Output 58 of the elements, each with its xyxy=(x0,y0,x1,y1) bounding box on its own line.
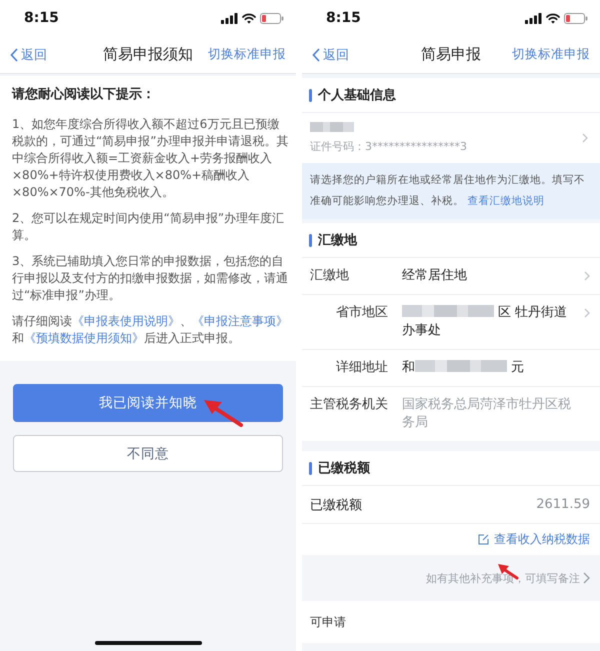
form-row[interactable]: 省市地区 区 牡丹街道办事处 xyxy=(302,294,600,349)
field-value: 经常居住地 xyxy=(402,267,468,285)
notice-heading: 请您耐心阅读以下提示： xyxy=(12,86,156,104)
section-title: 个人基础信息 xyxy=(318,87,396,104)
notice-paragraph: 2、您可以在规定时间内使用“简易申报”办理年度汇算。 xyxy=(12,210,286,244)
hint-link[interactable]: 查看汇缴地说明 xyxy=(464,195,544,207)
id-number: 证件号码：3****************3 xyxy=(310,139,467,154)
hint-text: 请选择您的户籍所在地或经常居住地作为汇缴地。填写不准确可能影响您办理退、补税。 查看汇缴地说明 xyxy=(302,163,600,219)
nav-title: 简易申报须知 xyxy=(103,45,193,64)
document-link[interactable]: 《预填数据使用须知》 xyxy=(24,331,144,345)
field-label: 已缴税额 xyxy=(310,496,362,514)
annotation-arrow-icon xyxy=(203,398,243,427)
section-title: 已缴税额 xyxy=(318,460,370,477)
person-row[interactable]: 证件号码：3****************3 xyxy=(302,112,600,163)
signal-icon xyxy=(525,12,542,24)
accent-bar xyxy=(309,234,312,246)
wifi-icon xyxy=(242,12,256,24)
battery-icon xyxy=(260,12,284,24)
nav-title: 简易申报 xyxy=(421,45,481,64)
confirm-button[interactable]: 我已阅读并知晓 xyxy=(13,384,283,422)
switch-mode-link[interactable]: 切换标准申报 xyxy=(510,44,592,65)
form-row[interactable]: 详细地址 和 元 xyxy=(302,349,600,386)
wifi-icon xyxy=(546,12,560,24)
back-chevron-icon xyxy=(10,48,18,62)
status-time: 8:15 xyxy=(24,10,59,26)
chevron-right-icon xyxy=(582,133,588,143)
document-link[interactable]: 《申报注意事项》 xyxy=(192,314,288,328)
battery-icon xyxy=(564,12,588,24)
redacted-block xyxy=(310,122,354,132)
back-button[interactable]: 返回 xyxy=(8,44,49,66)
field-value: 区 牡丹街道办事处 xyxy=(402,304,568,340)
field-value: 和 元 xyxy=(402,359,525,377)
remark-link[interactable]: 如有其他补充事项，可填写备注 xyxy=(426,570,590,586)
edit-icon xyxy=(478,534,489,545)
field-label: 省市地区 xyxy=(335,304,388,322)
decline-button[interactable]: 不同意 xyxy=(13,435,283,472)
notice-paragraph: 请仔细阅读《申报表使用说明》、《申报注意事项》 和《预填数据使用须知》后进入正式申报。 xyxy=(12,313,289,347)
view-tax-data-link[interactable]: 查看收入纳税数据 xyxy=(478,531,590,548)
form-row[interactable]: 主管税务机关 国家税务总局菏泽市牡丹区税务局 xyxy=(302,386,600,441)
accent-bar xyxy=(309,88,312,102)
chevron-right-icon xyxy=(583,572,590,584)
field-label: 汇缴地 xyxy=(310,267,350,285)
field-value: 国家税务总局菏泽市牡丹区税务局 xyxy=(402,396,572,432)
tax-amount: 2611.59 xyxy=(536,497,590,512)
field-label: 主管税务机关 xyxy=(310,396,388,414)
notice-paragraph: 1、如您年度综合所得收入额不超过6万元且已预缴税款的，可通过“简易申报”办理申报并申请退税。其中综合所得收入额=工资薪金收入+劳务报酬收入×80%+特许权使用费收入×80%+稿酬收入×80%×70%-其他免税收入。 xyxy=(12,116,289,201)
accent-bar xyxy=(309,462,312,474)
status-time: 8:15 xyxy=(326,10,361,26)
row-label: 可申请 xyxy=(310,614,346,630)
signal-icon xyxy=(221,12,238,24)
switch-mode-link[interactable]: 切换标准申报 xyxy=(206,44,288,65)
notice-paragraph: 3、系统已辅助填入您日常的申报数据，包括您的自行申报以及支付方的扣缴申报数据，如需修改，请通过“标准申报”办理。 xyxy=(12,253,289,304)
section-title: 汇缴地 xyxy=(318,232,357,249)
document-link[interactable]: 《申报表使用说明》 xyxy=(72,314,180,328)
field-label: 详细地址 xyxy=(335,359,388,377)
back-button[interactable]: 返回 xyxy=(310,44,351,66)
back-chevron-icon xyxy=(312,48,320,62)
form-row[interactable]: 汇缴地 经常居住地 xyxy=(302,257,600,294)
